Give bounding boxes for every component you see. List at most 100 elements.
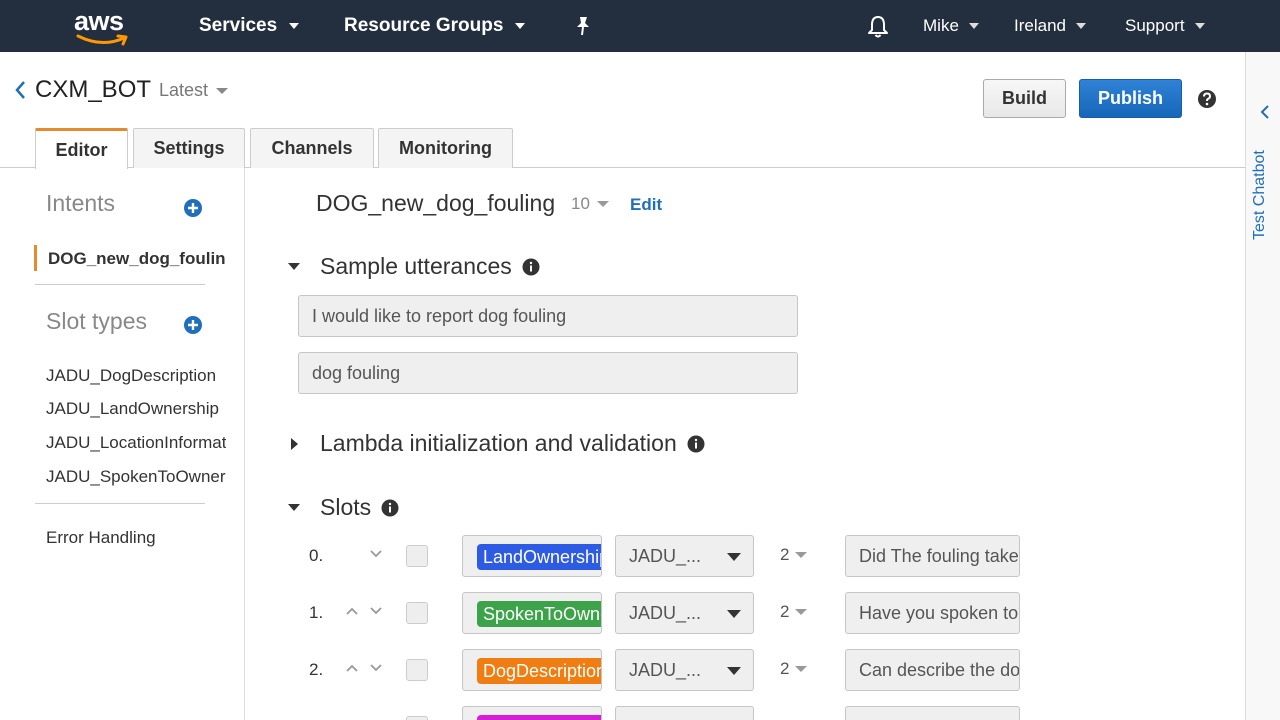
resource-groups-menu[interactable]: Resource Groups [344,0,526,52]
slot-name-pill: DogDescription [477,658,601,684]
sidebar-divider-line [35,503,205,504]
chevron-down-icon [1075,23,1086,29]
required-checkbox[interactable] [406,545,428,567]
services-label: Services [199,15,278,36]
slot-row: 1. SpokenToOwner JADU_... 2 Have you spo… [0,592,1240,634]
slot-number: 1. [309,603,324,622]
sidebar-item-slot-type[interactable]: JADU_DogDescription [46,366,226,386]
user-menu[interactable]: Mike [923,0,979,52]
move-down-icon[interactable] [369,549,383,559]
sample-utterances-title: Sample utterances [320,253,512,279]
bot-version-selector[interactable]: Latest [159,80,229,101]
slot-types-heading: Slot types [46,308,147,334]
support-label: Support [1125,16,1185,35]
build-button[interactable]: Build [983,79,1066,118]
caret-down-icon [795,666,808,672]
caret-down-icon [596,201,609,207]
slot-type-select[interactable]: JADU_... [615,535,754,577]
tab-monitoring[interactable]: Monitoring [378,128,513,168]
slot-prompt-input[interactable]: Did The fouling take place [845,535,1020,577]
slot-version-selector[interactable]: 2 [780,602,808,622]
back-chevron-icon[interactable] [14,80,28,100]
slot-prompt-input[interactable]: Can describe the dog [845,649,1020,691]
chevron-down-icon [289,23,300,29]
collapse-triangle-icon [288,263,300,270]
top-navigation-bar: aws Services Resource Groups Mike Irelan… [0,0,1280,52]
slot-number: 2. [309,660,324,679]
tab-editor[interactable]: Editor [35,128,128,169]
slot-name-field[interactable]: DogDescription [462,649,602,691]
lambda-section-header[interactable]: Lambda initialization and validation [288,430,705,457]
resource-groups-label: Resource Groups [344,15,504,36]
slot-type-select[interactable]: JADU_... [615,592,754,634]
slot-name-pill: SpokenToOwner [477,601,601,627]
edit-intent-link[interactable]: Edit [630,195,662,215]
bell-icon[interactable] [866,14,890,40]
slot-row: 2. DogDescription JADU_... 2 Can describ… [0,649,1240,691]
pin-icon[interactable] [572,14,594,38]
aws-smile-icon [76,34,128,46]
slot-version-selector[interactable]: 2 [780,659,808,679]
slot-type-select[interactable] [615,706,754,720]
add-slot-type-icon[interactable] [183,315,203,335]
test-chatbot-label[interactable]: Test Chatbot [1251,150,1269,240]
required-checkbox[interactable] [406,602,428,624]
intents-heading: Intents [46,190,116,216]
sidebar-item-slot-type[interactable]: JADU_SpokenToOwner [46,467,226,487]
publish-button[interactable]: Publish [1079,79,1182,118]
caret-down-icon [727,553,741,561]
tab-settings[interactable]: Settings [133,128,245,168]
slot-version-value: 2 [780,659,790,678]
bot-name-title: CXM_BOT [35,76,152,103]
bot-version-label: Latest [159,80,209,100]
info-icon[interactable] [381,499,399,517]
move-up-icon[interactable] [345,663,359,673]
intent-version-selector[interactable]: 10 [571,194,609,214]
sidebar-item-slot-type[interactable]: JADU_LandOwnership [46,399,226,419]
add-intent-icon[interactable] [183,198,203,218]
collapse-triangle-icon [288,504,300,511]
required-checkbox[interactable] [406,659,428,681]
info-icon[interactable] [522,258,540,276]
help-icon[interactable] [1197,89,1217,109]
support-menu[interactable]: Support [1125,0,1205,52]
sidebar-item-active-intent[interactable]: DOG_new_dog_fouling [48,249,226,269]
slot-type-value: JADU_... [629,545,702,566]
slot-name-field[interactable]: LandOwnership [462,535,602,577]
chevron-left-icon[interactable] [1259,104,1271,120]
slots-section-header[interactable]: Slots [288,494,399,521]
sidebar-item-slot-type[interactable]: JADU_LocationInformation [46,433,226,453]
slot-prompt-input[interactable] [845,706,1020,720]
services-menu[interactable]: Services [199,0,300,52]
expand-triangle-icon [291,437,298,450]
slot-number: 0. [309,546,324,565]
tab-channels[interactable]: Channels [250,128,374,168]
lambda-section-title: Lambda initialization and validation [320,430,677,456]
slot-type-select[interactable]: JADU_... [615,649,754,691]
slot-version-selector[interactable]: 2 [780,545,808,565]
utterance-input[interactable]: dog fouling [298,352,798,394]
sample-utterances-header[interactable]: Sample utterances [288,253,540,280]
user-label: Mike [923,16,959,35]
intent-version-label: 10 [571,194,590,213]
slot-version-value: 2 [780,545,790,564]
move-up-icon[interactable] [345,606,359,616]
aws-logo[interactable]: aws [74,6,130,46]
slot-name-pill [477,715,601,720]
slot-prompt-input[interactable]: Have you spoken to the owner [845,592,1020,634]
required-checkbox[interactable] [406,716,428,720]
move-down-icon[interactable] [369,606,383,616]
region-menu[interactable]: Ireland [1014,0,1086,52]
utterance-input[interactable]: I would like to report dog fouling [298,295,798,337]
slots-section-title: Slots [320,494,372,520]
slot-name-field[interactable]: SpokenToOwner [462,592,602,634]
sidebar-divider [244,168,245,720]
region-label: Ireland [1014,16,1066,35]
sidebar-divider-line [35,284,205,285]
move-down-icon[interactable] [369,663,383,673]
slot-name-field[interactable] [462,706,602,720]
info-icon[interactable] [687,435,705,453]
caret-down-icon [795,552,808,558]
caret-down-icon [727,610,741,618]
caret-down-icon [216,87,229,94]
